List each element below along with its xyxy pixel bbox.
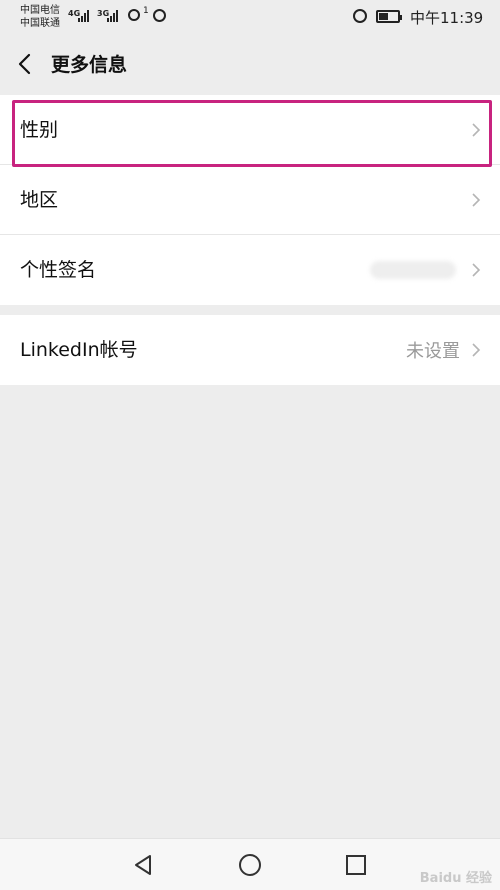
carrier-2: 中国联通	[20, 18, 60, 29]
notification-icon	[153, 9, 166, 22]
carrier-1: 中国电信	[20, 5, 60, 16]
signal-icon	[107, 10, 121, 22]
carrier-names: 中国电信 中国联通	[20, 4, 60, 30]
chevron-right-icon	[472, 193, 481, 207]
list-item-label: 地区	[20, 189, 59, 211]
chevron-right-icon	[472, 343, 481, 357]
list-item-label: LinkedIn帐号	[20, 339, 138, 361]
nav-home-icon[interactable]	[238, 853, 262, 877]
page-title: 更多信息	[51, 54, 128, 76]
nav-back-icon[interactable]	[132, 853, 156, 877]
system-nav-bar: Baidu 经验	[0, 838, 500, 890]
list-item-label: 个性签名	[20, 259, 97, 281]
back-arrow-icon[interactable]	[14, 52, 38, 76]
chevron-right-icon	[472, 123, 481, 137]
status-bar: 中国电信 中国联通 4G 3G 1 中午11:39	[0, 0, 500, 34]
clock: 中午11:39	[410, 9, 484, 27]
list-item-signature[interactable]: 个性签名	[0, 235, 500, 305]
info-group-1: 性别 地区 个性签名	[0, 95, 500, 305]
chevron-right-icon	[472, 263, 481, 277]
info-group-2: LinkedIn帐号 未设置	[0, 315, 500, 385]
list-item-gender[interactable]: 性别	[0, 95, 500, 165]
list-item-value: 未设置	[406, 341, 460, 362]
list-item-linkedin[interactable]: LinkedIn帐号 未设置	[0, 315, 500, 385]
hotspot-count: 1	[143, 6, 149, 16]
nav-recents-icon[interactable]	[344, 853, 368, 877]
signature-value-blurred	[370, 261, 456, 279]
title-bar: 更多信息	[0, 34, 500, 94]
signal-icon	[78, 10, 92, 22]
battery-icon	[376, 10, 402, 23]
list-item-region[interactable]: 地区	[0, 165, 500, 235]
alarm-icon	[353, 9, 367, 23]
watermark: Baidu 经验	[419, 871, 492, 886]
hotspot-icon	[128, 9, 140, 21]
list-item-label: 性别	[20, 119, 59, 141]
